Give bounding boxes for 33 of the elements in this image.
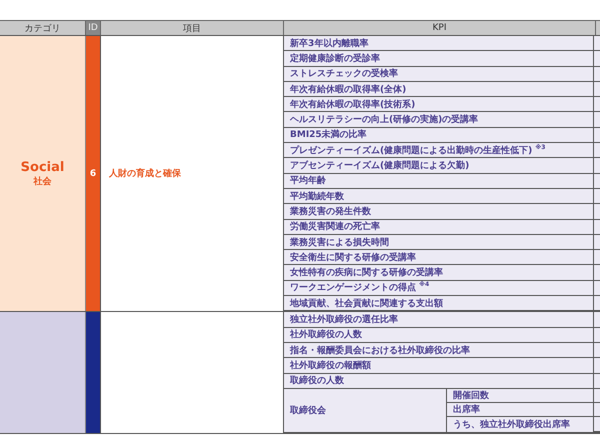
kpi-cell: 社外取締役の報酬額 [284, 358, 594, 373]
kpi-cell: 安全衛生に関する研修の受講率 [284, 250, 594, 264]
kpi-cell: 業務災害による損失時間 [284, 234, 594, 250]
column-header: ID [86, 21, 101, 35]
kpi-cell: 新卒3年以内離職率 [284, 36, 594, 50]
kpi-cell: ヘルスリテラシーの向上(研修の実施)の受講率 [284, 112, 594, 127]
kpi-cell: 社外取締役の人数 [284, 328, 594, 342]
kpi-subcell: 開催回数 [447, 388, 594, 404]
kpi-subcell: 出席率 [447, 403, 594, 418]
kpi-cell: 年次有給休暇の取得率(全体) [284, 82, 594, 96]
kpi-cell: 平均勤続年数 [284, 188, 594, 204]
kpi-cell: 年次有給休暇の取得率(技術系) [284, 97, 594, 112]
kpi-cell: 指名・報酬委員会における社外取締役の比率 [284, 342, 594, 358]
kpi-cell: アブセンティーイズム(健康問題による欠勤) [284, 158, 594, 173]
kpi-cell: ワークエンゲージメントの得点 $^{※4}$ [284, 280, 594, 296]
kpi-group-cell: 取締役会 [284, 388, 447, 432]
kpi-cell: 地域貢献、社会貢献に関連する支出額 [284, 296, 594, 310]
kpi-cell: 業務災害の発生件数 [284, 204, 594, 219]
kpi-cell: 労働災害関連の死亡率 [284, 220, 594, 234]
column-header: KPI [284, 21, 596, 35]
kpi-cell: プレゼンティーイズム(健康問題による出勤時の生産性低下) $^{※3}$ [284, 143, 594, 158]
kpi-subcell: うち、独立社外取締役出席率 [447, 417, 594, 432]
kpi-cell: 平均年齢 [284, 174, 594, 188]
column-header: 項目 [101, 21, 284, 35]
kpi-cell: ストレスチェックの受検率 [284, 66, 594, 81]
category-sublabel: 社会 [34, 175, 52, 188]
category-label: Social [20, 160, 64, 175]
kpi-cell: 独立社外取締役の選任比率 [284, 312, 594, 327]
kpi-cell: 取締役の人数 [284, 374, 594, 388]
kpi-cell: BMI25未満の比率 [284, 128, 594, 142]
kpi-cell: 女性特有の疾病に関する研修の受講率 [284, 265, 594, 280]
id-cell: 6 [86, 36, 101, 312]
kpi-cell: 定期健康診断の受診率 [284, 51, 594, 66]
